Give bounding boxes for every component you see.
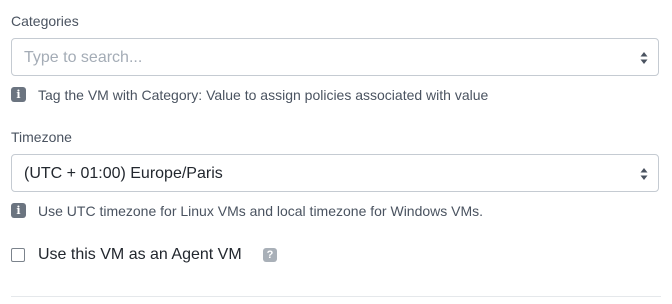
timezone-help-text: Use UTC timezone for Linux VMs and local…: [38, 203, 484, 219]
agent-vm-label[interactable]: Use this VM as an Agent VM: [38, 246, 242, 264]
agent-vm-checkbox[interactable]: [11, 248, 25, 262]
categories-label: Categories: [11, 13, 79, 29]
timezone-select[interactable]: (UTC + 01:00) Europe/Paris: [11, 154, 659, 192]
categories-search-placeholder: Type to search...: [24, 49, 143, 66]
timezone-selected-value: (UTC + 01:00) Europe/Paris: [24, 165, 223, 182]
timezone-label: Timezone: [11, 129, 72, 145]
section-divider: [11, 296, 661, 297]
info-icon: i: [11, 87, 26, 102]
question-mark-icon[interactable]: ?: [263, 248, 277, 262]
info-icon: i: [11, 203, 26, 218]
up-down-arrows-icon: [640, 168, 648, 180]
up-down-arrows-icon: [640, 52, 648, 64]
categories-select[interactable]: Type to search...: [11, 38, 659, 76]
categories-help-text: Tag the VM with Category: Value to assig…: [38, 87, 489, 103]
